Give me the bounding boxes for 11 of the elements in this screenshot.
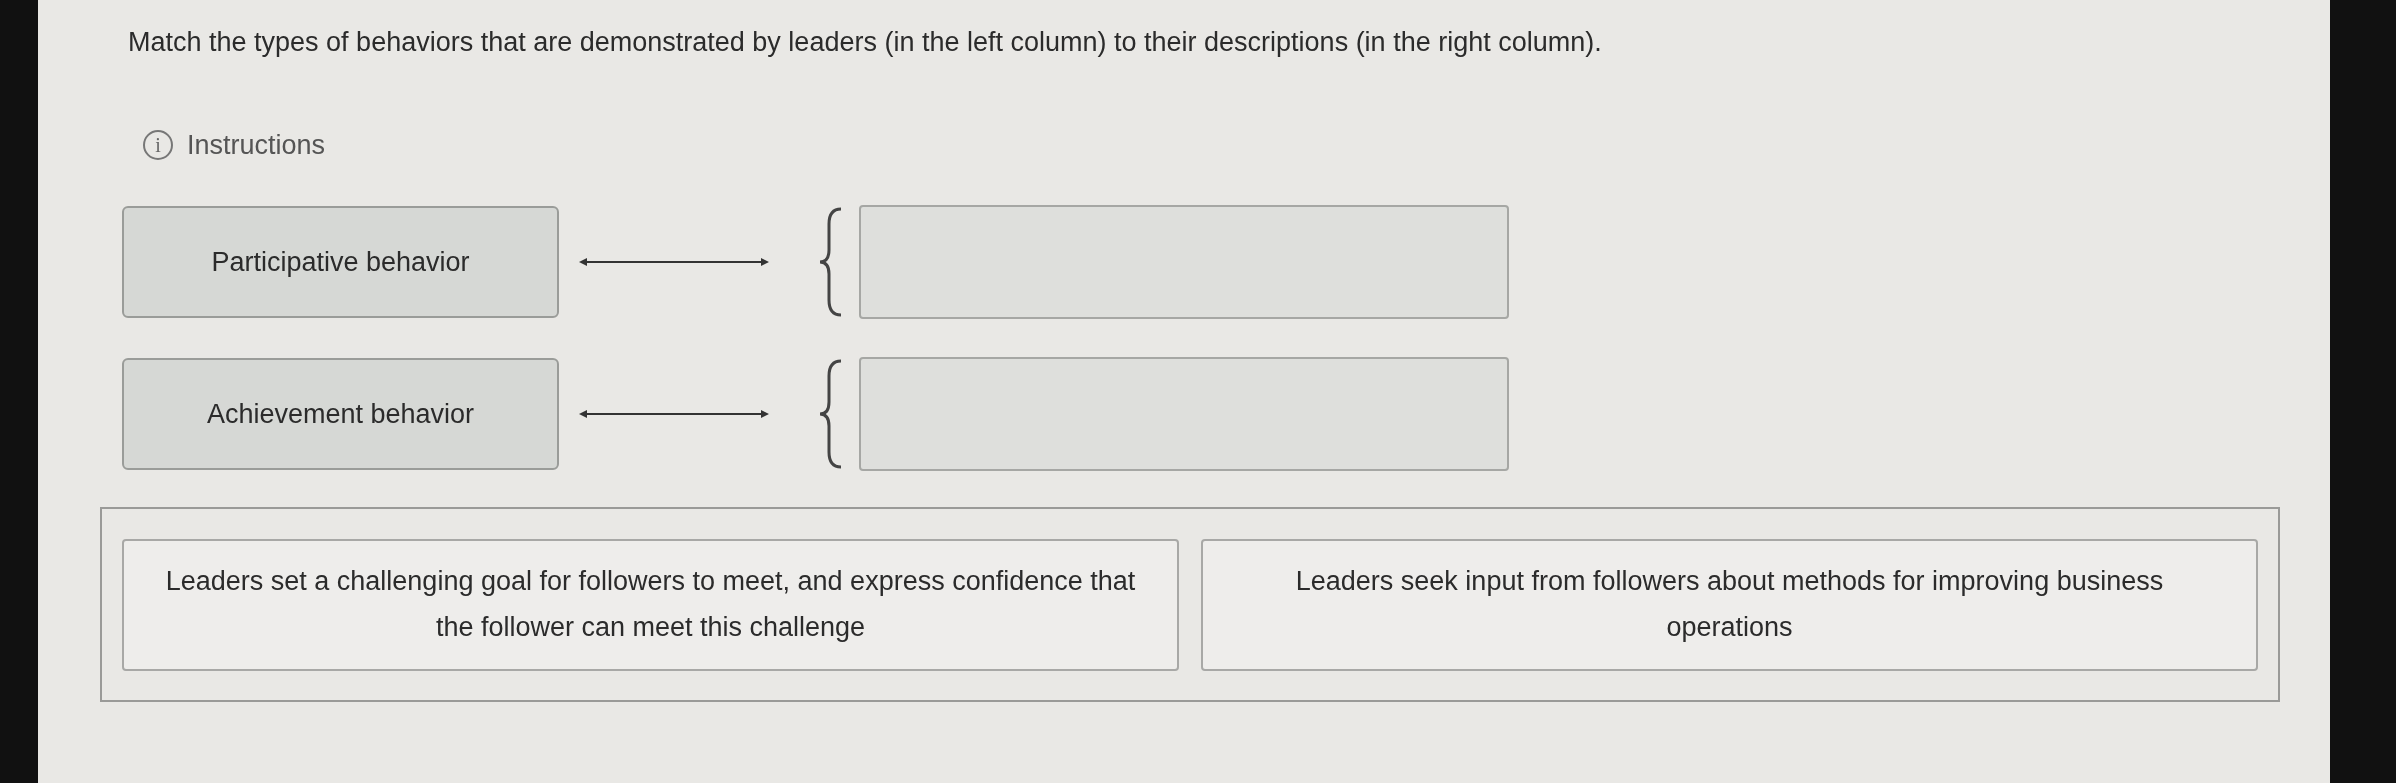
answer-card[interactable]: Leaders set a challenging goal for followers to meet, and express confidence that the follower can meet this challenge (122, 538, 1179, 671)
term-card[interactable]: Participative behavior (122, 206, 559, 318)
answer-card[interactable]: Leaders seek input from followers about methods for improving business operations (1201, 538, 2258, 671)
instructions-link[interactable]: Instructions (187, 124, 326, 165)
question-text: Match the types of behaviors that are demonstrated by leaders (in the left column) to their descriptions (in the right column). (128, 26, 1603, 59)
info-icon[interactable]: i (143, 129, 173, 160)
term-card[interactable]: Achievement behavior (122, 358, 559, 470)
drop-zone[interactable] (859, 205, 1509, 319)
brace-icon (818, 207, 842, 317)
drop-zone[interactable] (859, 357, 1509, 471)
brace-icon (818, 359, 842, 469)
